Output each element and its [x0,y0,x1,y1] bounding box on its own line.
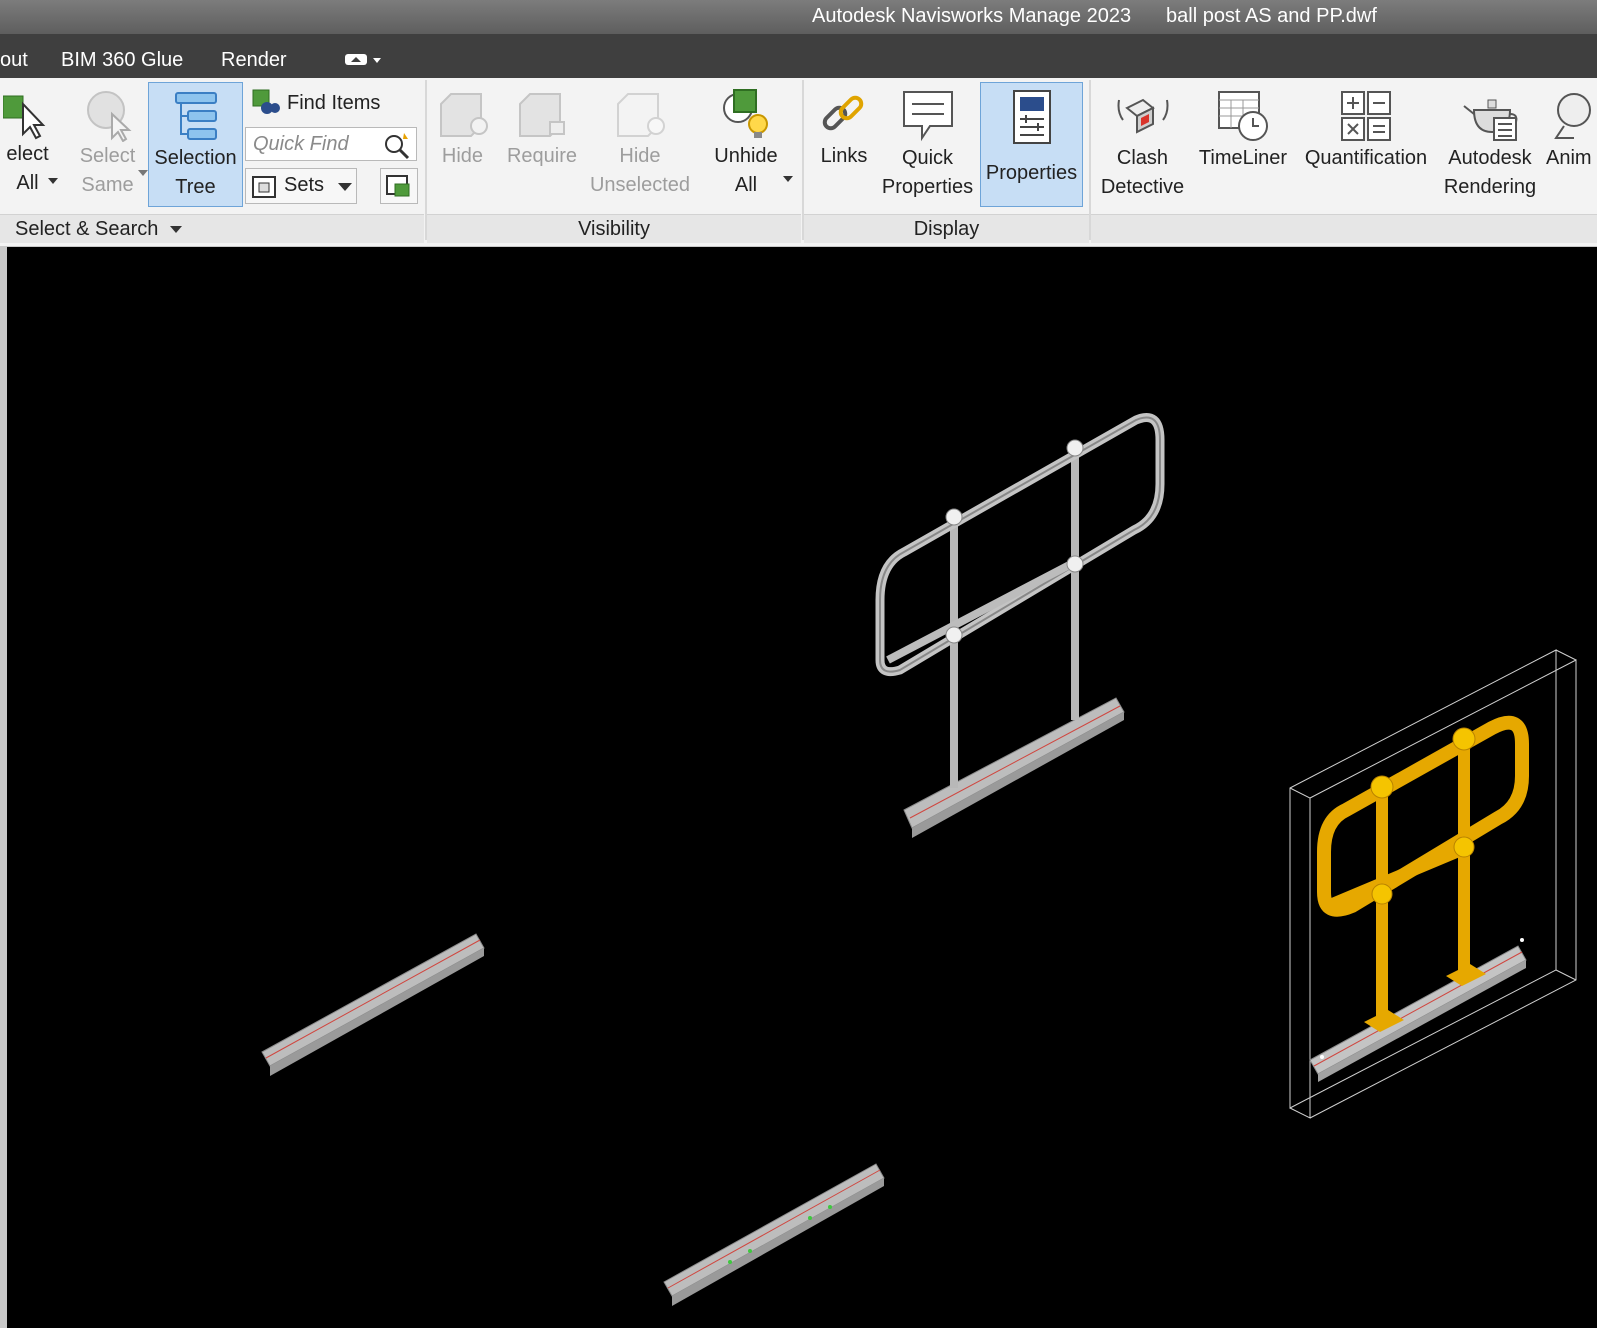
require-button[interactable]: Require [503,88,581,171]
visibility-panel-footer: Visibility [427,214,801,243]
3d-viewport[interactable] [0,247,1597,1328]
select-all-button[interactable]: elect All [0,90,55,198]
select-all-line2: All [16,172,39,194]
properties-label: Properties [985,162,1078,184]
visibility-title: Visibility [578,217,650,240]
hide-icon [439,93,488,137]
properties-button[interactable]: Properties [980,82,1083,207]
steel-beam-bottom[interactable] [663,1163,885,1306]
properties-icon [1012,90,1051,144]
select-search-panel-footer[interactable]: Select & Search [0,214,424,243]
quick-find-placeholder: Quick Find [253,133,349,155]
links-button[interactable]: Links [809,88,879,171]
chevron-down-icon[interactable] [783,176,793,182]
display-title: Display [913,217,980,240]
scene-canvas[interactable] [0,247,1597,1328]
link-icon [822,95,864,131]
select-all-icon [2,95,45,140]
app-title: Autodesk Navisworks Manage 2023 [812,5,1132,27]
teapot-icon [1463,99,1518,141]
title-bar: Autodesk Navisworks Manage 2023 ball pos… [0,0,1597,34]
quick-find-search-icon[interactable] [382,130,412,160]
quantification-icon [1341,91,1391,141]
quick-properties-line2: Properties [881,176,974,198]
sets-icon [252,176,276,198]
display-panel-footer: Display [804,214,1089,243]
animator-label: Anim [1546,147,1592,169]
sets-dropdown[interactable]: Sets [245,168,357,204]
selection-tree-button[interactable]: Selection Tree [148,82,243,207]
chevron-down-icon [338,183,352,191]
select-same-icon [86,91,132,142]
autodesk-rendering-button[interactable]: Autodesk Rendering [1440,88,1540,202]
hide-unselected-line1: Hide [619,145,661,167]
autodesk-rendering-line1: Autodesk [1448,147,1532,169]
selected-railing-model[interactable] [1289,649,1577,1119]
select-all-line1: elect [6,143,49,165]
clash-detective-line1: Clash [1116,147,1169,169]
steel-beam-left[interactable] [261,933,485,1076]
chevron-down-icon[interactable] [48,178,58,184]
sets-label: Sets [284,174,325,196]
ribbon-tab-bar: out BIM 360 Glue Render [0,34,1597,78]
tools-panel-footer [1091,214,1597,243]
tab-render[interactable]: Render [221,49,287,72]
quantification-button[interactable]: Quantification [1298,88,1434,173]
find-items-icon [252,89,280,114]
chevron-down-icon[interactable] [138,170,148,176]
quick-properties-button[interactable]: Quick Properties [880,88,975,202]
quick-properties-line1: Quick [901,147,954,169]
clash-detective-line2: Detective [1100,176,1185,198]
selection-tree-icon [174,92,217,140]
autodesk-rendering-line2: Rendering [1443,176,1537,198]
manage-sets-button[interactable] [380,168,418,204]
animator-button[interactable]: Anim [1542,88,1597,173]
unhide-all-button[interactable]: Unhide All [706,86,786,200]
hide-button[interactable]: Hide [430,88,495,171]
chevron-down-icon [170,225,183,233]
hide-label: Hide [441,145,484,167]
selection-tree-line2: Tree [175,176,216,198]
ribbon-minimize-icon[interactable] [344,52,384,68]
quick-properties-icon [902,91,953,142]
clash-detective-icon [1117,98,1168,134]
select-same-button[interactable]: Select Same [70,88,145,200]
ribbon: elect All Select Same Selection Tree Fin… [0,78,1597,247]
quantification-label: Quantification [1304,147,1428,169]
gray-railing-model[interactable] [875,413,1165,839]
select-same-line1: Select [79,145,136,167]
manage-sets-icon [386,175,410,197]
timeliner-label: TimeLiner [1198,147,1288,169]
select-search-title: Select & Search [15,217,159,240]
animator-icon [1554,93,1591,139]
unhide-all-line2: All [734,174,758,196]
hide-unselected-line2: Unselected [589,174,691,196]
unhide-all-icon [723,89,768,138]
clash-detective-button[interactable]: Clash Detective [1095,88,1190,202]
timeliner-button[interactable]: TimeLiner [1195,88,1291,173]
find-items-label: Find Items [287,91,381,114]
require-icon [519,93,565,137]
select-same-line2: Same [81,174,134,196]
quick-find-input[interactable]: Quick Find [245,127,417,161]
hide-unselected-button[interactable]: Hide Unselected [585,88,695,200]
unhide-all-line1: Unhide [714,145,778,167]
links-label: Links [820,145,868,167]
tab-layout[interactable]: out [0,49,28,72]
hide-unselected-icon [617,93,665,137]
selection-tree-line1: Selection [154,147,237,169]
timeliner-icon [1218,91,1268,141]
file-name: ball post AS and PP.dwf [1166,5,1377,27]
tab-bim360-glue[interactable]: BIM 360 Glue [61,49,183,72]
find-items-button[interactable]: Find Items [251,88,380,118]
require-label: Require [506,145,578,167]
